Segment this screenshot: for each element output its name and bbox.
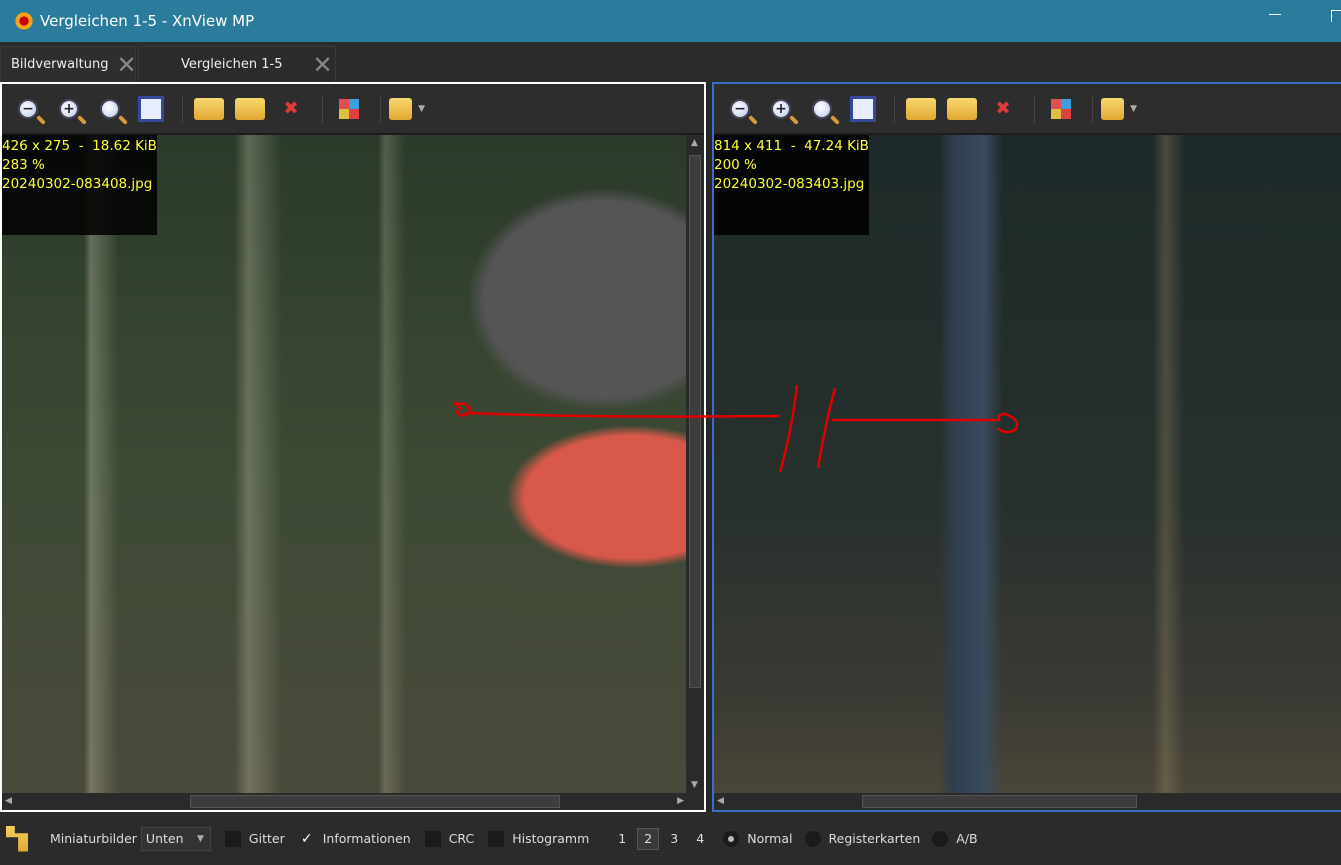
image-dimensions: 426 x 275 - 18.62 KiB: [2, 138, 157, 154]
chevron-down-icon: ▼: [1130, 103, 1137, 114]
folder-tree-icon[interactable]: [6, 825, 28, 852]
delete-button[interactable]: ✖: [273, 94, 309, 124]
grid-checkbox[interactable]: [224, 830, 241, 847]
thumbnails-label: Miniaturbilder: [50, 831, 137, 846]
grid-label: Gitter: [248, 831, 285, 846]
move-to-folder-icon: [235, 97, 265, 120]
histogram-checkbox[interactable]: [488, 830, 505, 847]
zoom-in-button[interactable]: +: [763, 94, 799, 124]
image-zoom: 200 %: [714, 157, 757, 173]
tab-bildverwaltung[interactable]: Bildverwaltung ✕: [0, 46, 137, 82]
open-folder-icon: [1101, 97, 1125, 120]
count-2-button[interactable]: 2: [637, 827, 660, 850]
move-to-button[interactable]: [232, 94, 268, 124]
fit-to-window-icon: [850, 95, 876, 122]
image-filename: 20240302-083403.jpg: [714, 176, 865, 192]
chevron-down-icon: ▼: [418, 103, 425, 114]
mode-label: Normal: [747, 831, 793, 846]
delete-icon: ✖: [995, 98, 1011, 119]
tab-vergleichen[interactable]: Vergleichen 1-5 ✕: [138, 46, 336, 82]
image-dimensions: 814 x 411 - 47.24 KiB: [714, 138, 869, 154]
zoom-in-icon: +: [59, 98, 79, 119]
mode-normal-radio[interactable]: [723, 830, 740, 847]
zoom-reset-button[interactable]: [804, 94, 840, 124]
tab-label: Vergleichen 1-5: [181, 57, 283, 72]
thumbnails-position-select[interactable]: Unten ▼: [140, 826, 211, 851]
mode-ab-radio[interactable]: [932, 830, 949, 847]
select-value: Unten: [145, 831, 184, 846]
vertical-scrollbar[interactable]: ▲ ▼: [686, 135, 704, 793]
image-view[interactable]: 814 x 411 - 47.24 KiB 200 % 20240302-083…: [714, 135, 1341, 793]
info-label: Informationen: [322, 831, 411, 846]
open-folder-icon: [389, 97, 413, 120]
zoom-out-button[interactable]: −: [10, 94, 46, 124]
image-filename: 20240302-083408.jpg: [2, 176, 153, 192]
fit-button[interactable]: [133, 94, 169, 124]
zoom-in-icon: +: [771, 98, 791, 119]
pane-toolbar: − + ✖ ▼: [714, 84, 1341, 133]
copy-to-button[interactable]: [903, 94, 939, 124]
window-title: Vergleichen 1-5 - XnView MP: [40, 12, 255, 30]
zoom-out-button[interactable]: −: [722, 94, 758, 124]
close-icon[interactable]: ✕: [116, 53, 136, 77]
zoom-in-button[interactable]: +: [51, 94, 87, 124]
delete-button[interactable]: ✖: [985, 94, 1021, 124]
compare-pane-1[interactable]: − + ✖ ▼ 426 x 275 - 18.62 KiB 283 % 2024…: [0, 82, 706, 812]
image-info: 814 x 411 - 47.24 KiB 200 % 20240302-083…: [714, 135, 869, 235]
count-4-button[interactable]: 4: [689, 828, 711, 850]
zoom-reset-icon: [100, 98, 120, 119]
fit-to-window-icon: [138, 95, 164, 122]
fit-button[interactable]: [845, 94, 881, 124]
horizontal-scrollbar[interactable]: ◀: [714, 793, 1341, 810]
compare-options-bar: Miniaturbilder Unten ▼ Gitter ✓ Informatio…: [0, 812, 1341, 865]
open-folder-button[interactable]: ▼: [389, 94, 425, 124]
minimize-button[interactable]: [1269, 14, 1281, 15]
zoom-out-icon: −: [730, 98, 750, 119]
copy-to-folder-icon: [906, 97, 936, 120]
close-icon[interactable]: ✕: [312, 53, 332, 77]
layout-button[interactable]: [1043, 94, 1079, 124]
copy-to-button[interactable]: [191, 94, 227, 124]
move-to-button[interactable]: [944, 94, 980, 124]
mode-label: Registerkarten: [828, 831, 921, 846]
count-1-button[interactable]: 1: [611, 828, 633, 850]
compare-layout-icon: [339, 98, 359, 119]
maximize-button[interactable]: [1331, 10, 1341, 22]
app-logo-icon: [14, 11, 34, 31]
horizontal-scrollbar[interactable]: ◀ ▶: [2, 793, 704, 810]
compare-layout-icon: [1051, 98, 1071, 119]
mode-tabs-radio[interactable]: [804, 830, 821, 847]
chevron-down-icon: ▼: [197, 833, 204, 844]
tab-label: Bildverwaltung: [11, 57, 109, 72]
image-view[interactable]: 426 x 275 - 18.62 KiB 283 % 20240302-083…: [2, 135, 686, 793]
title-bar: Vergleichen 1-5 - XnView MP: [0, 0, 1341, 42]
layout-button[interactable]: [331, 94, 367, 124]
pane-toolbar: − + ✖ ▼: [2, 84, 704, 133]
crc-label: CRC: [448, 831, 475, 846]
zoom-reset-icon: [812, 98, 832, 119]
tab-bar: Bildverwaltung ✕ Vergleichen 1-5 ✕: [0, 42, 1341, 82]
image-zoom: 283 %: [2, 157, 45, 173]
image-info: 426 x 275 - 18.62 KiB 283 % 20240302-083…: [2, 135, 157, 235]
compare-pane-2[interactable]: − + ✖ ▼ 814 x 411 - 47.24 KiB 200 % 2024…: [712, 82, 1341, 812]
zoom-out-icon: −: [18, 98, 38, 119]
mode-label: A/B: [956, 831, 978, 846]
crc-checkbox[interactable]: [424, 830, 441, 847]
count-3-button[interactable]: 3: [663, 828, 685, 850]
zoom-reset-button[interactable]: [92, 94, 128, 124]
info-checkbox[interactable]: ✓: [299, 831, 315, 847]
histogram-label: Histogramm: [512, 831, 590, 846]
delete-icon: ✖: [283, 98, 299, 119]
copy-to-folder-icon: [194, 97, 224, 120]
move-to-folder-icon: [947, 97, 977, 120]
open-folder-button[interactable]: ▼: [1101, 94, 1137, 124]
